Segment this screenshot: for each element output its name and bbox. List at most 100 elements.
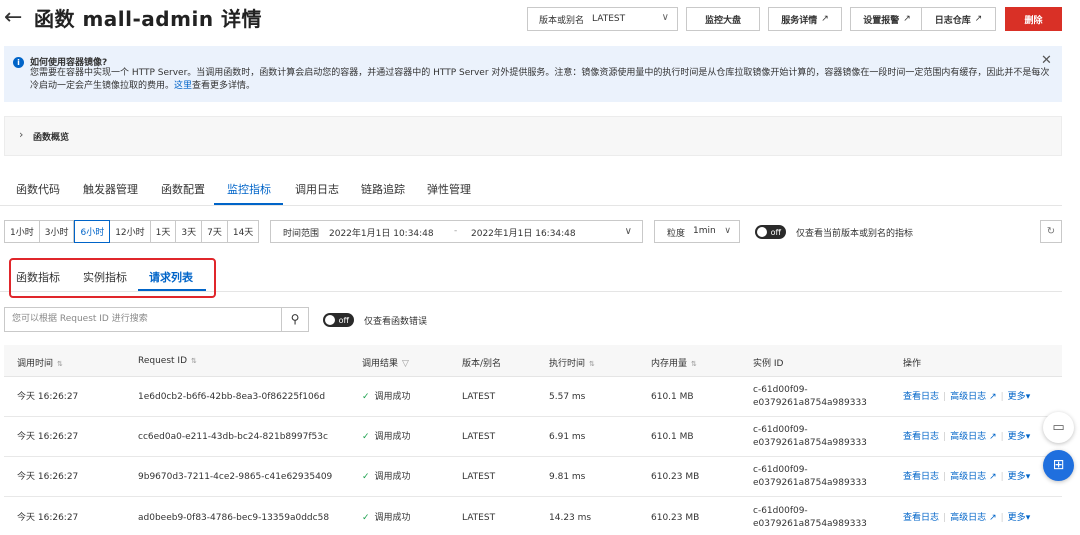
dashboard-label: 监控大盘 (704, 15, 741, 26)
col-result-label: 调用结果 (362, 359, 399, 369)
external-link-icon: ↗ (903, 14, 911, 24)
view-log-link[interactable]: 查看日志 (903, 432, 939, 442)
time-6h-button[interactable]: 6小时 (74, 220, 111, 243)
tab-code[interactable]: 函数代码 (16, 181, 60, 197)
advanced-log-link[interactable]: 高级日志 (950, 392, 986, 402)
alarm-button[interactable]: 设置报警 ↗ (850, 7, 924, 31)
row-actions: 查看日志 | 高级日志 ↗ | 更多▾ (903, 471, 1030, 484)
external-link-icon: ↗ (974, 14, 983, 24)
time-14d-button[interactable]: 14天 (227, 221, 259, 242)
more-link[interactable]: 更多 (1008, 513, 1026, 523)
col-result[interactable]: 调用结果 ▽ (362, 356, 409, 369)
delete-label: 删除 (1024, 15, 1043, 26)
tab-metrics[interactable]: 监控指标 (227, 181, 271, 197)
log-repo-label: 日志仓库 (934, 15, 971, 26)
time-1d-button[interactable]: 1天 (150, 221, 177, 242)
version-select[interactable]: 版本或别名 LATEST ∨ (527, 7, 678, 31)
external-link-icon: ↗ (989, 392, 997, 402)
row-actions: 查看日志 | 高级日志 ↗ | 更多▾ (903, 431, 1030, 444)
active-tab-indicator (214, 203, 283, 205)
time-12h-button[interactable]: 12小时 (110, 221, 151, 242)
delete-button[interactable]: 删除 (1005, 7, 1062, 31)
error-only-toggle[interactable]: off (323, 313, 354, 327)
row-instance: c-61d00f09- e0379261a8754a989333 (753, 464, 867, 490)
time-range-end: 2022年1月1日 16:34:48 (471, 229, 576, 239)
view-log-link[interactable]: 查看日志 (903, 513, 939, 523)
external-link-icon: ↗ (989, 513, 997, 523)
row-time: 今天 16:26:27 (17, 392, 79, 402)
check-icon: ✓ (362, 513, 370, 523)
chevron-right-icon: › (19, 128, 24, 141)
check-icon: ✓ (362, 472, 370, 482)
more-link[interactable]: 更多 (1008, 432, 1026, 442)
log-repo-button[interactable]: 日志仓库 ↗ (921, 7, 996, 31)
tab-scaling[interactable]: 弹性管理 (427, 181, 471, 197)
row-request-id: ad0beeb9-0f83-4786-bec9-13359a0ddc58 (138, 513, 330, 523)
service-detail-button[interactable]: 服务详情 ↗ (768, 7, 842, 31)
tab-tracing[interactable]: 链路追踪 (361, 181, 405, 197)
refresh-icon[interactable]: ↻ (1040, 220, 1062, 243)
advanced-log-link[interactable]: 高级日志 (950, 472, 986, 482)
banner-text: 您需要在容器中实现一个 HTTP Server。当调用函数时，函数计算会启动您的… (30, 67, 1050, 93)
divider: | (943, 432, 947, 442)
chevron-down-icon: ∨ (661, 12, 669, 23)
row-instance-a: c-61d00f09- (753, 465, 808, 475)
tab-triggers[interactable]: 触发器管理 (83, 181, 138, 197)
search-icon[interactable]: ⚲ (282, 307, 309, 332)
external-link-icon: ↗ (821, 14, 829, 24)
col-request-id[interactable]: Request ID ⇅ (138, 356, 197, 366)
dashboard-button[interactable]: 监控大盘 (686, 7, 760, 31)
view-log-link[interactable]: 查看日志 (903, 472, 939, 482)
back-arrow-icon[interactable]: ← (4, 4, 22, 32)
close-icon[interactable]: ✕ (1041, 53, 1052, 68)
row-time: 今天 16:26:27 (17, 432, 79, 442)
tab-invocation-logs[interactable]: 调用日志 (295, 181, 339, 197)
error-only-label: 仅查看函数错误 (364, 317, 428, 327)
function-overview-panel[interactable] (4, 116, 1062, 156)
row-actions: 查看日志 | 高级日志 ↗ | 更多▾ (903, 391, 1030, 404)
sort-icon: ⇅ (57, 360, 63, 368)
more-link[interactable]: 更多 (1008, 392, 1026, 402)
granularity-value: 1min (693, 226, 716, 236)
row-result: ✓ 调用成功 (362, 431, 411, 444)
time-3d-button[interactable]: 3天 (176, 221, 203, 242)
check-icon: ✓ (362, 432, 370, 442)
time-1h-button[interactable]: 1小时 (5, 221, 40, 242)
view-log-link[interactable]: 查看日志 (903, 392, 939, 402)
row-memory: 610.23 MB (651, 513, 700, 523)
col-memory[interactable]: 内存用量 ⇅ (651, 356, 697, 369)
row-instance-b: e0379261a8754a989333 (753, 398, 867, 408)
time-7d-button[interactable]: 7天 (202, 221, 228, 242)
advanced-log-link[interactable]: 高级日志 (950, 513, 986, 523)
row-request-id: 1e6d0cb2-b6f6-42bb-8ea3-0f86225f106d (138, 392, 326, 402)
banner-link-suffix: 查看更多详情。 (192, 81, 256, 91)
row-request-id: cc6ed0a0-e211-43db-bc24-821b8997f53c (138, 432, 328, 442)
advanced-log-link[interactable]: 高级日志 (950, 432, 986, 442)
chevron-down-icon: ∨ (724, 226, 731, 236)
col-duration[interactable]: 执行时间 ⇅ (549, 356, 595, 369)
banner-link[interactable]: 这里 (174, 81, 192, 91)
granularity-select[interactable]: 粒度 1min ∨ (654, 220, 740, 243)
feedback-icon[interactable]: ▭ (1043, 412, 1074, 443)
more-link[interactable]: 更多 (1008, 472, 1026, 482)
row-instance: c-61d00f09- e0379261a8754a989333 (753, 505, 867, 531)
divider: | (1000, 472, 1004, 482)
info-icon: i (13, 57, 24, 68)
caret-down-icon: ▾ (1025, 513, 1031, 523)
apps-icon[interactable]: ⊞ (1043, 450, 1074, 481)
sort-icon: ⇅ (589, 360, 595, 368)
version-metrics-toggle[interactable]: off (755, 225, 786, 239)
request-id-search-input[interactable]: 您可以根据 Request ID 进行搜索 (4, 307, 282, 332)
row-request-id: 9b9670d3-7211-4ce2-9865-c41e62935409 (138, 472, 333, 482)
row-instance-a: c-61d00f09- (753, 425, 808, 435)
col-version: 版本/别名 (462, 359, 502, 369)
tab-config[interactable]: 函数配置 (161, 181, 205, 197)
col-time[interactable]: 调用时间 ⇅ (17, 356, 63, 369)
time-range-picker[interactable]: 时间范围 2022年1月1日 10:34:48 - 2022年1月1日 16:3… (270, 220, 643, 243)
col-duration-label: 执行时间 (549, 359, 586, 369)
alarm-label: 设置报警 (863, 15, 900, 26)
time-3h-button[interactable]: 3小时 (39, 221, 75, 242)
row-result: ✓ 调用成功 (362, 391, 411, 404)
version-select-value: LATEST (592, 14, 626, 24)
col-instance: 实例 ID (753, 359, 784, 369)
